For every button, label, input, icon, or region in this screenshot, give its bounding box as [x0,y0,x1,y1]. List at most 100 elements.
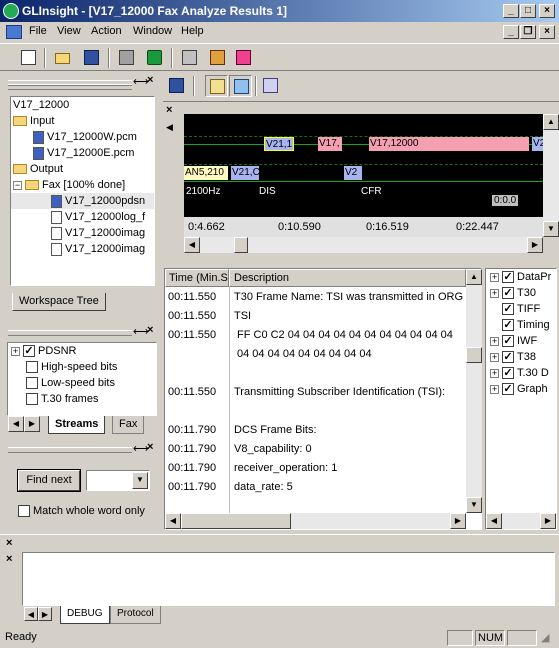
signal-segment[interactable]: V17,12000 [369,137,529,151]
signal-segment[interactable]: AN5,210 [184,166,228,180]
output-close-icon[interactable]: × [6,537,12,549]
doc-save-button[interactable] [165,75,188,97]
filter-hscroll[interactable]: ◀ ▶ [486,513,556,529]
menu-action[interactable]: Action [91,25,122,37]
scroll-down-icon[interactable]: ▼ [543,221,559,237]
find-next-button[interactable]: Find next [17,469,81,492]
tree-file-selected[interactable]: V17_12000pdsn [11,193,154,209]
streams-list[interactable]: + ✓ PDSNR High-speed bits Low-speed bits T… [7,342,157,416]
view-button[interactable] [232,47,255,69]
expand-icon[interactable]: + [490,368,499,378]
checkbox-checked[interactable]: ✓ [502,367,514,380]
panel-grip[interactable] [8,330,132,336]
signal-segment[interactable]: V21,1 [264,137,294,151]
tree-file[interactable]: V17_12000log_f [11,209,154,225]
edit-button[interactable] [259,75,282,97]
scroll-thumb[interactable] [466,347,482,363]
tree-fax-folder[interactable]: − Fax [100% done] [11,177,154,193]
filter-item[interactable]: ✓ TIFF [486,301,556,317]
checkbox[interactable] [18,505,30,518]
close-icon[interactable]: × [539,4,555,18]
tab-debug[interactable]: DEBUG [60,606,110,624]
stream-item-low-speed[interactable]: Low-speed bits [8,375,156,391]
expand-icon[interactable]: + [490,384,499,394]
dropdown-arrow-icon[interactable]: ▼ [132,472,148,489]
tree-file[interactable]: V17_12000E.pcm [11,145,154,161]
signal-segment[interactable]: V2 [344,166,362,180]
mdi-restore-icon[interactable]: ❐ [520,25,536,39]
scroll-up-icon[interactable]: ▲ [466,269,482,285]
signal-segment[interactable]: V21,C [231,166,259,180]
log-row[interactable]: 04 04 04 04 04 04 04 04 04 [165,345,466,364]
panel-close-icon[interactable]: × [147,324,153,336]
checkbox-checked[interactable]: ✓ [502,319,514,332]
panel-grip[interactable] [8,447,132,453]
tree-file[interactable]: V17_12000W.pcm [11,129,154,145]
tree-input-folder[interactable]: Input [11,113,154,129]
log-row[interactable] [165,402,466,421]
log-row[interactable]: 00:11.790 receiver_operation: 1 [165,459,466,478]
signal-segment[interactable]: V2 [532,137,543,151]
checkbox-checked[interactable]: ✓ [502,287,514,300]
tab-workspace-tree[interactable]: Workspace Tree [12,293,106,311]
graph-pin-icon[interactable]: ◀ [166,122,173,133]
tab-scroll-left-icon[interactable]: ◀ [24,607,38,621]
log-row[interactable]: 00:11.550 Transmitting Subscriber Identif… [165,383,466,402]
tree-file[interactable]: V17_12000imag [11,241,154,257]
filter-item[interactable]: + ✓ IWF [486,333,556,349]
checkbox-checked[interactable]: ✓ [502,303,514,316]
filter-item[interactable]: + ✓ T30 [486,285,556,301]
log-row[interactable]: 00:11.550 FF C0 C2 04 04 04 04 04 04 04 0… [165,326,466,345]
stream-item-pdsnr[interactable]: + ✓ PDSNR [8,343,156,359]
checkbox-checked[interactable]: ✓ [502,335,514,348]
scroll-left-icon[interactable]: ◀ [486,513,502,529]
scroll-up-icon[interactable]: ▲ [543,114,559,130]
open-button[interactable] [51,47,74,69]
checkbox[interactable] [26,377,38,390]
mdi-minimize-icon[interactable]: _ [503,25,519,39]
expand-icon[interactable]: + [490,336,499,346]
log-row[interactable] [165,364,466,383]
monitor-button[interactable] [115,47,138,69]
find-combo[interactable]: ▼ [86,470,150,491]
protocol-filter-tree[interactable]: + ✓ DataPr + ✓ T30 ✓ TIFF ✓ Timing + ✓ IWF + ✓ T38 + ✓ T.3… [485,268,557,530]
tab-fax[interactable]: Fax [112,416,145,434]
analyze-button[interactable] [178,47,201,69]
graph-close-icon[interactable]: × [166,104,172,116]
column-header-time[interactable]: Time (Min.Se [165,269,229,287]
checkbox-checked[interactable]: ✓ [502,383,514,396]
save-button[interactable] [80,47,103,69]
scroll-left-icon[interactable]: ◀ [184,237,200,253]
graph-vscroll[interactable]: ▲ ▼ [543,114,559,237]
workspace-tree[interactable]: V17_12000 Input V17_12000W.pcm V17_12000… [10,96,155,286]
debug-output[interactable] [22,552,555,606]
log-row[interactable]: 00:11.550 TSI [165,307,466,326]
checkbox-checked[interactable]: ✓ [23,345,35,358]
collapse-icon[interactable]: − [13,180,22,190]
log-row[interactable]: 00:11.790 DCS Frame Bits: [165,421,466,440]
filter-item[interactable]: ✓ Timing [486,317,556,333]
tab-streams[interactable]: Streams [48,416,106,434]
stream-item-high-speed[interactable]: High-speed bits [8,359,156,375]
checkbox-checked[interactable]: ✓ [502,351,514,364]
scroll-left-icon[interactable]: ◀ [165,513,181,529]
checkbox-checked[interactable]: ✓ [502,271,514,284]
filter-item[interactable]: + ✓ Graph [486,381,556,397]
match-whole-word-option[interactable]: Match whole word only [18,505,145,518]
tree-root[interactable]: V17_12000 [11,97,154,113]
checkbox[interactable] [26,361,38,374]
panel-close-icon[interactable]: × [147,74,153,86]
log-row[interactable]: 00:11.550 T30 Frame Name: TSI was transmi… [165,288,466,307]
log-vscroll[interactable]: ▲ ▼ [466,269,482,513]
tree-file[interactable]: V17_12000imag [11,225,154,241]
expand-icon[interactable]: + [11,346,20,356]
tab-scroll-right-icon[interactable]: ▶ [38,607,52,621]
menu-file[interactable]: File [29,25,47,37]
signal-graph[interactable]: V21,1 V17, V17,12000 V2 AN5,210 V21,C V2… [184,114,543,217]
minimize-icon[interactable]: _ [503,4,519,18]
filter-item[interactable]: + ✓ T38 [486,349,556,365]
output-pin-icon[interactable]: × [6,553,12,565]
configure-button[interactable] [206,47,229,69]
menu-window[interactable]: Window [133,25,172,37]
tab-scroll-right-icon[interactable]: ▶ [24,416,40,432]
